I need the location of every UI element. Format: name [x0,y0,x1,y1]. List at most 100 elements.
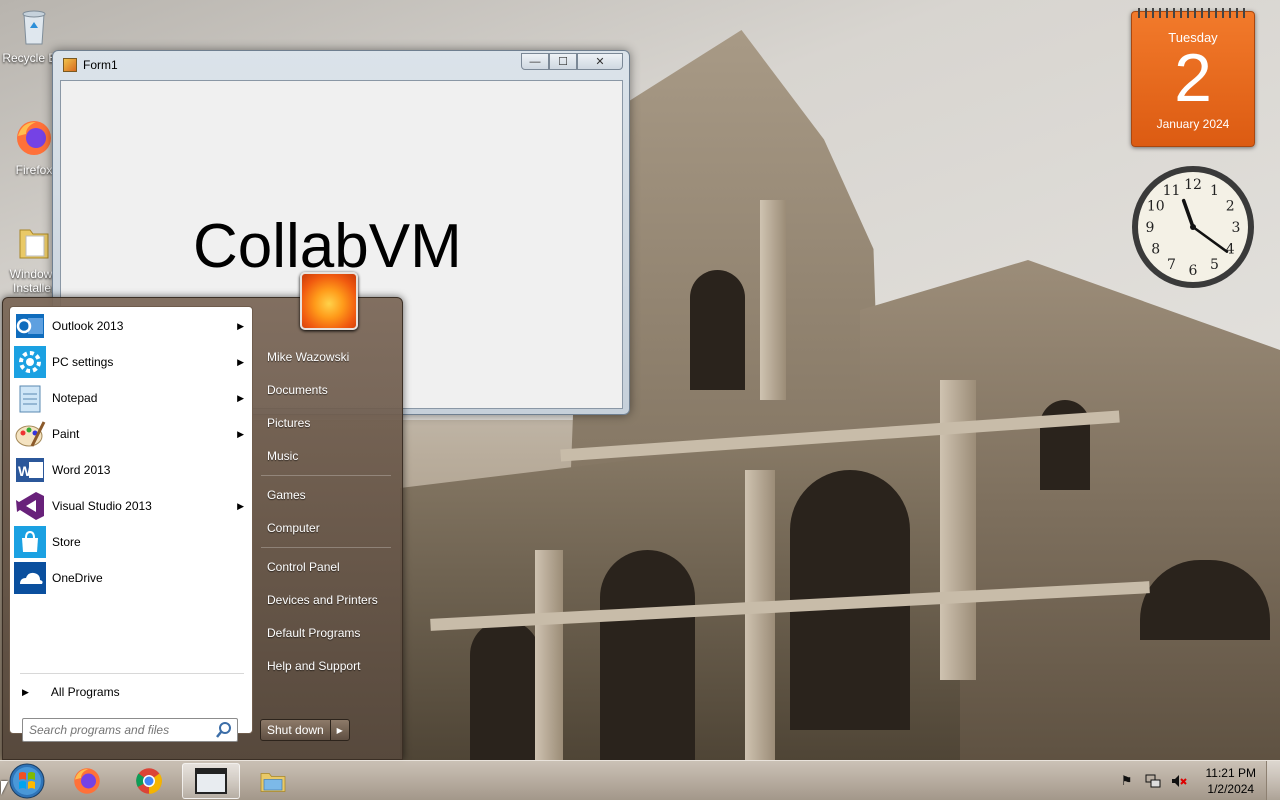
taskbar-clock[interactable]: 11:21 PM 1/2/2024 [1206,765,1256,797]
window-icon [195,768,227,794]
taskbar-button-form1[interactable] [182,763,240,799]
taskbar-button-firefox[interactable] [58,763,116,799]
link-label: Computer [267,521,320,535]
start-link-default-programs[interactable]: Default Programs [267,621,360,645]
all-programs-button[interactable]: ▶ All Programs [18,679,246,705]
program-label: Word 2013 [52,463,111,477]
clock-numeral: 2 [1226,199,1235,215]
wallpaper-arch [600,550,695,760]
program-item-word[interactable]: W Word 2013 [14,453,248,487]
program-label: OneDrive [52,571,103,585]
submenu-arrow-icon[interactable]: ▶ [237,321,244,332]
clock-gadget[interactable]: 12 12 3 45678 9 1011 [1130,164,1256,290]
notification-area: ⚑ 11:21 PM 1/2/2024 [1114,761,1280,800]
taskbar-date: 1/2/2024 [1207,782,1255,796]
clock-numeral: 11 [1163,183,1181,199]
submenu-arrow-icon[interactable]: ▶ [237,357,244,368]
submenu-arrow-icon[interactable]: ▶ [237,393,244,404]
show-desktop-button[interactable] [1266,761,1280,800]
notepad-icon [19,385,41,413]
start-button[interactable] [4,761,46,800]
folder-icon [260,773,286,792]
calendar-day: 2 [1174,40,1212,116]
start-link-games[interactable]: Games [267,483,306,507]
link-label: Help and Support [267,659,361,673]
taskbar-button-explorer[interactable] [244,763,302,799]
taskbar-button-chrome[interactable] [120,763,178,799]
volume-muted-icon[interactable] [1169,771,1189,791]
program-item-store[interactable]: Store [14,525,248,559]
caption-buttons: — ☐ ✕ [521,53,623,70]
window-title: Form1 [83,58,118,72]
flag-icon[interactable]: ⚑ [1117,771,1137,791]
wallpaper-arch [690,270,745,390]
clock-numeral: 1 [1210,183,1219,199]
maximize-button[interactable]: ☐ [549,53,577,70]
visual-studio-icon [16,492,44,520]
calendar-month-year: January 2024 [1156,117,1230,131]
gear-icon [14,346,46,378]
program-item-onedrive[interactable]: OneDrive [14,561,248,595]
network-icon[interactable] [1143,771,1163,791]
program-item-notepad[interactable]: Notepad ▶ [14,381,248,415]
search-input[interactable] [29,723,215,737]
minimize-icon: — [529,55,541,68]
program-label: Outlook 2013 [52,319,124,333]
word-icon: W [16,458,44,482]
program-label: Visual Studio 2013 [52,499,152,513]
separator [20,673,244,674]
shutdown-button[interactable]: Shut down [261,720,331,740]
start-link-help-and-support[interactable]: Help and Support [267,654,360,678]
store-icon [14,526,46,558]
desktop-icon-label: Firefox [15,163,53,177]
expand-arrow-icon: ▶ [22,686,29,697]
shutdown-button-group: Shut down ▶ [260,719,350,741]
start-link-pictures[interactable]: Pictures [267,411,310,435]
wallpaper-pillar [745,470,775,760]
program-label: Store [52,535,81,549]
clock-numeral: 7 [1167,257,1176,273]
onedrive-icon [14,562,46,594]
calendar-gadget[interactable]: Tuesday 2 January 2024 [1131,8,1255,147]
link-label: Pictures [267,416,311,430]
clock-numeral: 9 [1146,220,1155,236]
clock-numeral: 8 [1151,242,1160,258]
wallpaper-pillar [535,550,563,760]
user-picture[interactable] [300,272,358,330]
program-item-paint[interactable]: Paint ▶ [14,417,248,451]
wallpaper-pillar [760,200,786,400]
link-label: Devices and Printers [267,593,378,607]
program-item-pc-settings[interactable]: PC settings ▶ [14,345,248,379]
start-link-music[interactable]: Music [267,444,298,468]
taskbar: ⚑ 11:21 PM 1/2/2024 [0,760,1280,800]
separator [261,475,391,476]
paint-icon [15,421,46,447]
submenu-arrow-icon[interactable]: ▶ [237,429,244,440]
program-label: Paint [52,427,80,441]
clock-numeral: 12 [1184,177,1202,193]
chrome-icon [136,768,162,794]
app-icon [63,58,77,72]
start-link-documents[interactable]: Documents [267,378,328,402]
svg-text:W: W [18,463,32,479]
start-menu-programs-pane: Outlook 2013 ▶ PC settings ▶ Notepad ▶ P… [9,306,253,734]
shutdown-options-arrow-icon[interactable]: ▶ [331,720,349,740]
program-item-outlook[interactable]: Outlook 2013 ▶ [14,309,248,343]
program-label: PC settings [52,355,114,369]
search-icon[interactable] [215,721,233,739]
program-item-visual-studio[interactable]: Visual Studio 2013 ▶ [14,489,248,523]
firefox-icon [74,768,100,794]
clock-numeral: 6 [1189,263,1198,279]
all-programs-label: All Programs [50,685,120,699]
link-label: Mike Wazowski [267,350,350,364]
start-link-user[interactable]: Mike Wazowski [267,345,349,369]
folder-icon [19,229,49,259]
start-search-box[interactable] [22,718,238,742]
submenu-arrow-icon[interactable]: ▶ [237,501,244,512]
close-button[interactable]: ✕ [577,53,623,70]
start-link-computer[interactable]: Computer [267,516,320,540]
minimize-button[interactable]: — [521,53,549,70]
start-link-control-panel[interactable]: Control Panel [267,555,340,579]
start-link-devices-and-printers[interactable]: Devices and Printers [267,588,378,612]
program-label: Notepad [52,391,98,405]
